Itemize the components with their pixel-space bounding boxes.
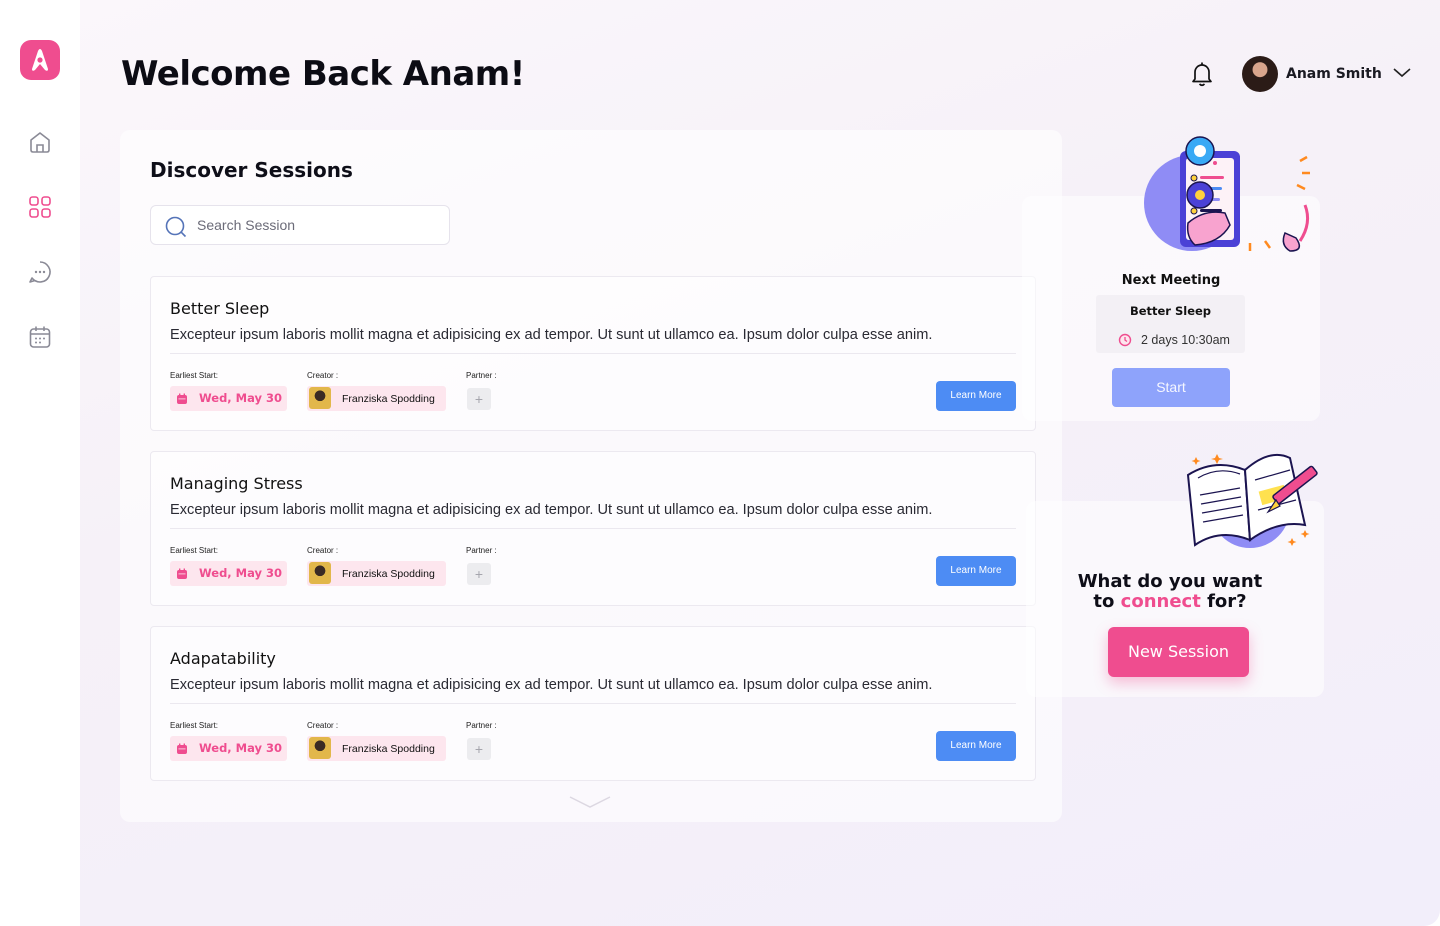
session-description: Excepteur ipsum laboris mollit magna et … bbox=[170, 502, 933, 518]
welcome-heading: Welcome Back Anam! bbox=[121, 54, 525, 94]
creator-avatar bbox=[309, 387, 331, 409]
lesson-book-illustration bbox=[1100, 440, 1330, 560]
user-menu-toggle[interactable] bbox=[1392, 66, 1412, 80]
learn-more-button[interactable]: Learn More bbox=[936, 731, 1016, 761]
connect-question: What do you want to connect for? bbox=[1050, 572, 1290, 612]
next-meeting-label: Next Meeting bbox=[1121, 273, 1221, 288]
session-title: Better Sleep bbox=[170, 299, 270, 318]
home-icon bbox=[30, 132, 50, 153]
user-name[interactable]: Anam Smith bbox=[1286, 66, 1382, 82]
partner-label: Partner : bbox=[466, 371, 497, 380]
earliest-start-label: Earliest Start: bbox=[170, 546, 219, 555]
question-line1: What do you want bbox=[1077, 571, 1263, 592]
creator-label: Creator : bbox=[307, 546, 339, 555]
checklist-illustration bbox=[1100, 133, 1320, 263]
creator-avatar bbox=[309, 562, 331, 584]
chat-icon bbox=[29, 261, 51, 283]
avatar[interactable] bbox=[1242, 56, 1278, 92]
add-partner-button[interactable]: + bbox=[467, 388, 491, 410]
calendar-icon bbox=[177, 743, 187, 754]
creator-name: Franziska Spodding bbox=[342, 743, 435, 755]
search-box[interactable] bbox=[150, 205, 450, 245]
session-date: Wed, May 30 bbox=[199, 566, 283, 580]
session-title: Adapatability bbox=[170, 649, 276, 668]
question-to: to bbox=[1093, 591, 1115, 612]
add-partner-button[interactable]: + bbox=[467, 738, 491, 760]
bell-icon bbox=[1192, 62, 1212, 87]
calendar-icon bbox=[177, 393, 187, 404]
session-card: Adapatability Excepteur ipsum laboris mo… bbox=[150, 626, 1036, 781]
new-session-button[interactable]: New Session bbox=[1108, 627, 1249, 677]
question-end: for? bbox=[1207, 591, 1247, 612]
panel-title: Discover Sessions bbox=[150, 158, 353, 182]
next-meeting-title: Better Sleep bbox=[1129, 304, 1212, 318]
creator-chip[interactable]: Franziska Spodding bbox=[307, 561, 446, 586]
session-card: Managing Stress Excepteur ipsum laboris … bbox=[150, 451, 1036, 606]
session-date: Wed, May 30 bbox=[199, 741, 283, 755]
app-logo[interactable] bbox=[20, 40, 60, 80]
creator-label: Creator : bbox=[307, 721, 339, 730]
discover-sessions-panel: Discover Sessions Better Sleep Excepteur… bbox=[120, 130, 1062, 822]
grid-icon bbox=[29, 196, 51, 218]
creator-name: Franziska Spodding bbox=[342, 568, 435, 580]
logo-a-icon bbox=[32, 49, 48, 71]
session-card: Better Sleep Excepteur ipsum laboris mol… bbox=[150, 276, 1036, 431]
sidebar-item-messages[interactable] bbox=[27, 259, 53, 285]
checklist-phone-icon bbox=[1144, 136, 1310, 252]
date-chip: Wed, May 30 bbox=[170, 736, 287, 761]
load-more-chevron[interactable] bbox=[568, 794, 612, 810]
notifications-button[interactable] bbox=[1189, 60, 1215, 88]
divider bbox=[170, 703, 1016, 704]
start-meeting-button[interactable]: Start bbox=[1112, 368, 1230, 407]
open-book-icon bbox=[1186, 454, 1318, 548]
earliest-start-label: Earliest Start: bbox=[170, 371, 219, 380]
search-input[interactable] bbox=[197, 206, 437, 244]
partner-label: Partner : bbox=[466, 721, 497, 730]
creator-label: Creator : bbox=[307, 371, 339, 380]
session-title: Managing Stress bbox=[170, 474, 303, 493]
chevron-down-icon bbox=[569, 796, 611, 808]
date-chip: Wed, May 30 bbox=[170, 561, 287, 586]
calendar-icon bbox=[29, 326, 51, 348]
sidebar bbox=[0, 0, 80, 926]
search-icon bbox=[165, 216, 187, 238]
session-date: Wed, May 30 bbox=[199, 391, 283, 405]
chevron-down-icon bbox=[1393, 68, 1411, 78]
divider bbox=[170, 353, 1016, 354]
next-meeting-time: 2 days 10:30am bbox=[1141, 333, 1230, 347]
session-description: Excepteur ipsum laboris mollit magna et … bbox=[170, 677, 933, 693]
clock-icon bbox=[1118, 333, 1132, 347]
learn-more-button[interactable]: Learn More bbox=[936, 556, 1016, 586]
creator-chip[interactable]: Franziska Spodding bbox=[307, 386, 446, 411]
session-description: Excepteur ipsum laboris mollit magna et … bbox=[170, 327, 933, 343]
sidebar-item-calendar[interactable] bbox=[27, 324, 53, 350]
sidebar-item-dashboard[interactable] bbox=[27, 194, 53, 220]
question-accent: connect bbox=[1120, 591, 1201, 612]
date-chip: Wed, May 30 bbox=[170, 386, 287, 411]
earliest-start-label: Earliest Start: bbox=[170, 721, 219, 730]
next-meeting-details: Better Sleep 2 days 10:30am bbox=[1096, 295, 1245, 353]
sidebar-item-home[interactable] bbox=[27, 129, 53, 155]
divider bbox=[170, 528, 1016, 529]
creator-chip[interactable]: Franziska Spodding bbox=[307, 736, 446, 761]
partner-label: Partner : bbox=[466, 546, 497, 555]
calendar-icon bbox=[177, 568, 187, 579]
creator-name: Franziska Spodding bbox=[342, 393, 435, 405]
learn-more-button[interactable]: Learn More bbox=[936, 381, 1016, 411]
add-partner-button[interactable]: + bbox=[467, 563, 491, 585]
creator-avatar bbox=[309, 737, 331, 759]
